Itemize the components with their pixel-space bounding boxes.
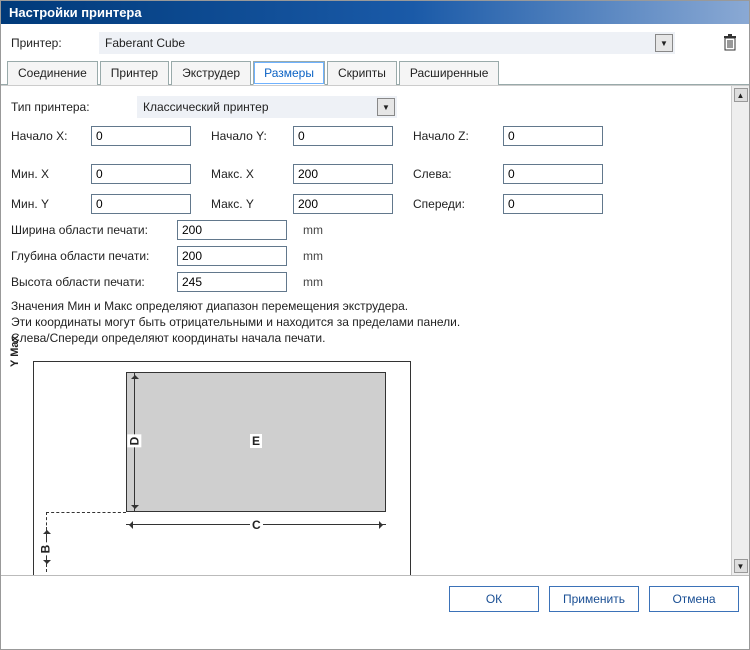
tab-scripts[interactable]: Скрипты: [327, 61, 397, 85]
vertical-scrollbar[interactable]: ▲ ▼: [731, 86, 749, 575]
window-title: Настройки принтера: [1, 1, 749, 24]
min-x-input[interactable]: [91, 164, 191, 184]
print-height-input[interactable]: [177, 272, 287, 292]
ok-button[interactable]: ОК: [449, 586, 539, 612]
min-y-input[interactable]: [91, 194, 191, 214]
unit-mm: mm: [303, 275, 343, 289]
delete-printer-button[interactable]: [721, 33, 739, 53]
diagram-frame: D E C B: [33, 361, 411, 575]
max-y-label: Макс. Y: [211, 197, 283, 211]
hint-line: Значения Мин и Макс определяют диапазон …: [11, 298, 721, 314]
printer-select[interactable]: Faberant Cube ▼: [99, 32, 675, 54]
print-depth-input[interactable]: [177, 246, 287, 266]
tab-bar: Соединение Принтер Экструдер Размеры Скр…: [1, 60, 749, 85]
cancel-button[interactable]: Отмена: [649, 586, 739, 612]
diagram-label-E: E: [250, 434, 262, 448]
printer-type-value: Классический принтер: [143, 100, 269, 114]
tab-printer[interactable]: Принтер: [100, 61, 169, 85]
unit-mm: mm: [303, 249, 343, 263]
tab-dimensions[interactable]: Размеры: [253, 61, 325, 85]
apply-button[interactable]: Применить: [549, 586, 639, 612]
trash-icon: [722, 34, 738, 52]
origin-x-input[interactable]: [91, 126, 191, 146]
front-input[interactable]: [503, 194, 603, 214]
printer-type-label: Тип принтера:: [11, 100, 131, 114]
scroll-up-icon[interactable]: ▲: [734, 88, 748, 102]
printer-label: Принтер:: [11, 36, 71, 50]
diagram-dash-h: [46, 512, 126, 513]
max-y-input[interactable]: [293, 194, 393, 214]
diagram-label-B: B: [38, 542, 52, 555]
printer-type-select[interactable]: Классический принтер ▼: [137, 96, 397, 118]
tab-connection[interactable]: Соединение: [7, 61, 98, 85]
print-width-label: Ширина области печати:: [11, 223, 171, 237]
left-input[interactable]: [503, 164, 603, 184]
dimensions-panel: Тип принтера: Классический принтер ▼ Нач…: [1, 86, 731, 575]
max-x-input[interactable]: [293, 164, 393, 184]
tab-advanced[interactable]: Расширенные: [399, 61, 500, 85]
diagram-y-axis-label: Y Max: [9, 335, 21, 367]
scroll-down-icon[interactable]: ▼: [734, 559, 748, 573]
print-width-input[interactable]: [177, 220, 287, 240]
bed-diagram: Y Max 0 D E C B: [11, 357, 411, 575]
origin-z-input[interactable]: [503, 126, 603, 146]
chevron-down-icon[interactable]: ▼: [655, 34, 673, 52]
dialog-footer: ОК Применить Отмена: [1, 575, 749, 622]
left-label: Слева:: [413, 167, 493, 181]
origin-x-label: Начало X:: [11, 129, 81, 143]
print-depth-label: Глубина области печати:: [11, 249, 171, 263]
min-x-label: Мин. X: [11, 167, 81, 181]
diagram-label-D: D: [127, 434, 141, 447]
print-height-label: Высота области печати:: [11, 275, 171, 289]
hint-line: Слева/Спереди определяют координаты нача…: [11, 330, 721, 346]
origin-y-input[interactable]: [293, 126, 393, 146]
origin-z-label: Начало Z:: [413, 129, 493, 143]
diagram-label-C: C: [250, 518, 263, 532]
max-x-label: Макс. X: [211, 167, 283, 181]
chevron-down-icon[interactable]: ▼: [377, 98, 395, 116]
hint-line: Эти координаты могут быть отрицательными…: [11, 314, 721, 330]
unit-mm: mm: [303, 223, 343, 237]
min-y-label: Мин. Y: [11, 197, 81, 211]
front-label: Спереди:: [413, 197, 493, 211]
origin-y-label: Начало Y:: [211, 129, 283, 143]
hint-text: Значения Мин и Макс определяют диапазон …: [11, 298, 721, 347]
tab-extruder[interactable]: Экструдер: [171, 61, 251, 85]
printer-select-value: Faberant Cube: [105, 36, 185, 50]
